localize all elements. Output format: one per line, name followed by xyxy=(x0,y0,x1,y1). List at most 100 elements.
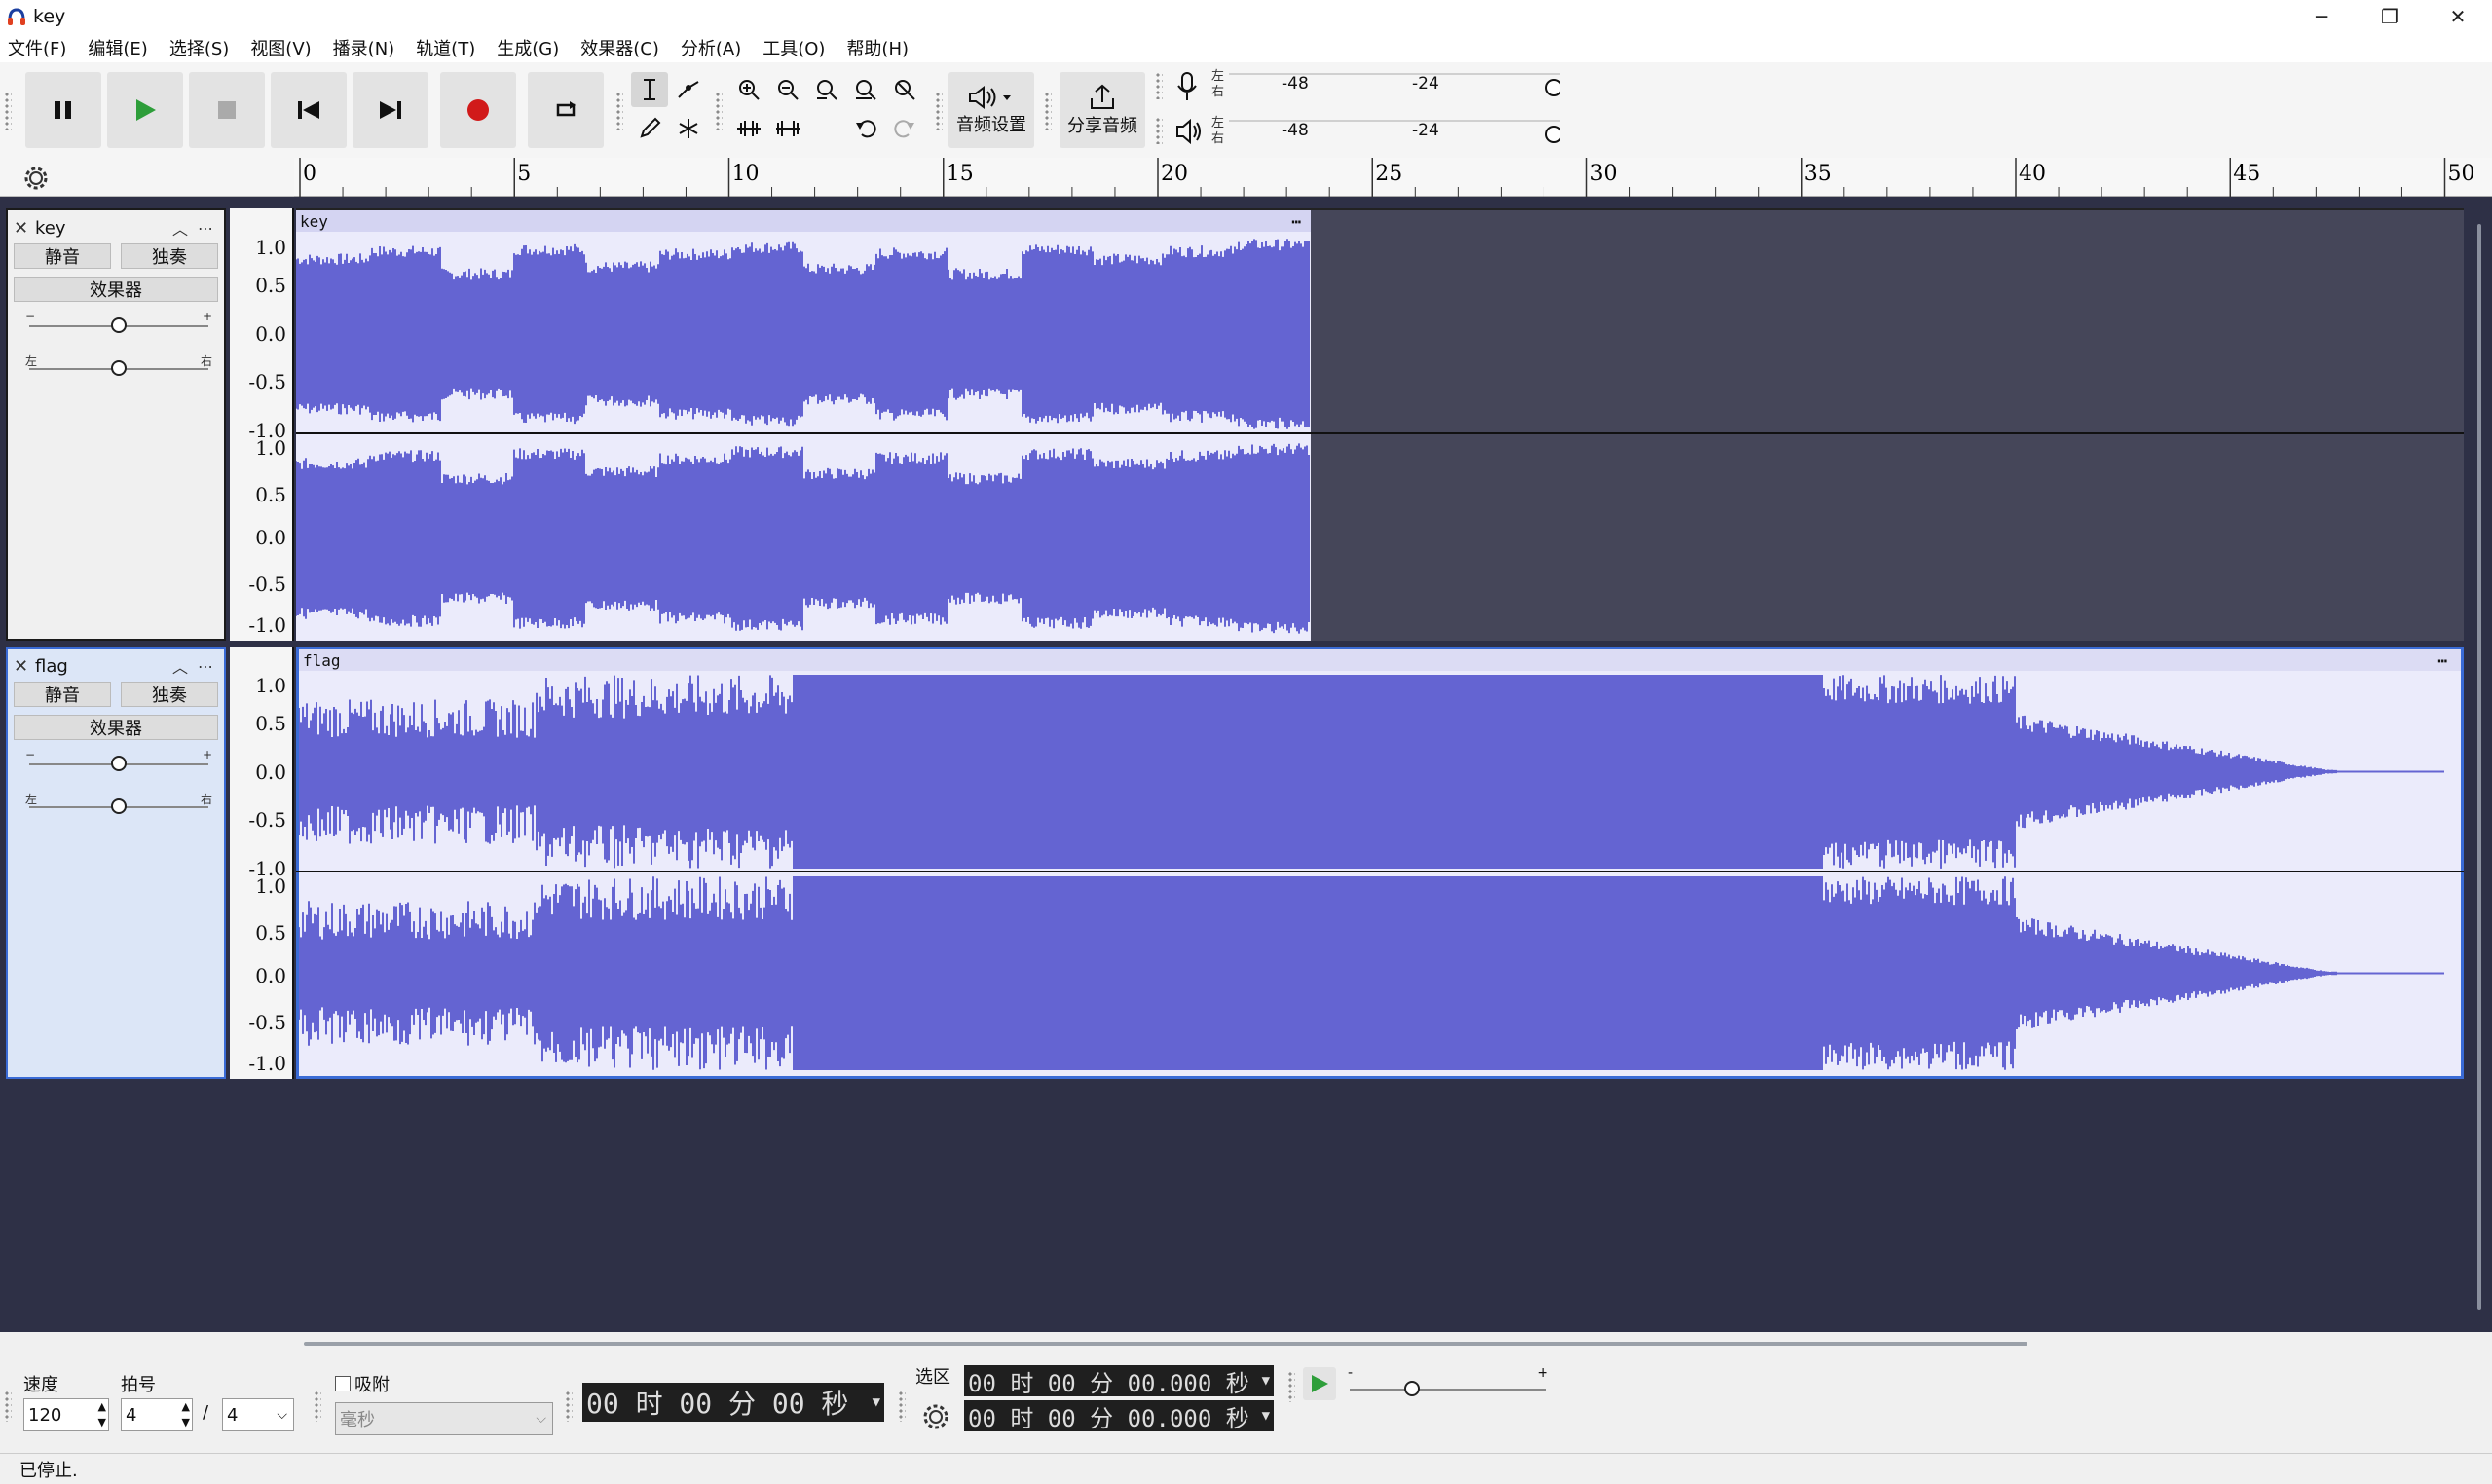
solo-button[interactable]: 独奏 xyxy=(121,243,218,269)
horizontal-scrollbar[interactable] xyxy=(304,1342,2027,1346)
zoom-in-button[interactable] xyxy=(730,72,767,107)
audio-setup-button[interactable]: 音频设置 xyxy=(948,72,1034,148)
share-audio-button[interactable]: 分享音频 xyxy=(1060,72,1145,148)
fit-project-button[interactable] xyxy=(847,72,884,107)
loop-button[interactable] xyxy=(528,72,604,148)
time-signature-grip[interactable] xyxy=(4,1391,12,1422)
snap-checkbox[interactable] xyxy=(335,1376,351,1391)
zoom-toggle-button[interactable] xyxy=(886,72,923,107)
envelope-tool-button[interactable] xyxy=(670,72,707,107)
speaker-icon[interactable] xyxy=(1174,117,1204,146)
mute-button[interactable]: 静音 xyxy=(14,243,111,269)
close-track-icon[interactable]: ✕ xyxy=(14,656,35,677)
effects-button[interactable]: 效果器 xyxy=(14,715,218,740)
tempo-input[interactable]: 120 ▲ ▼ xyxy=(23,1398,109,1431)
playback-speed-slider[interactable]: - + xyxy=(1346,1365,1550,1404)
timeline-settings-gear-icon[interactable] xyxy=(23,166,49,191)
time-format-dropdown-icon[interactable]: ▼ xyxy=(873,1394,880,1410)
silence-audio-button[interactable] xyxy=(769,111,806,146)
pan-slider[interactable]: 左 右 xyxy=(21,791,216,820)
selection-settings-gear-icon[interactable] xyxy=(921,1402,950,1431)
skip-to-start-button[interactable] xyxy=(271,72,347,148)
toolbar-grip[interactable] xyxy=(4,92,12,130)
vertical-scrollbar[interactable] xyxy=(2477,224,2481,1310)
menu-generate[interactable]: 生成(G) xyxy=(497,35,559,60)
selection-start-dropdown-icon[interactable]: ▼ xyxy=(1262,1373,1270,1389)
menu-transport[interactable]: 播录(N) xyxy=(333,35,395,60)
redo-button[interactable] xyxy=(886,111,923,146)
selection-end-dropdown-icon[interactable]: ▼ xyxy=(1262,1408,1270,1424)
track-name[interactable]: flag xyxy=(35,656,167,677)
playback-meter-grip[interactable] xyxy=(1155,117,1163,144)
track-name[interactable]: key xyxy=(35,218,167,239)
meter-bottom-select[interactable]: 4 ⌵ xyxy=(222,1398,294,1431)
menu-select[interactable]: 选择(S) xyxy=(169,35,229,60)
mute-button[interactable]: 静音 xyxy=(14,682,111,707)
track-menu-icon[interactable]: ⋯ xyxy=(193,219,218,238)
snap-grip[interactable] xyxy=(314,1391,321,1422)
zoom-out-button[interactable] xyxy=(769,72,806,107)
amplitude-scale-key[interactable]: 1.0 0.5 0.0 -0.5 -1.0 1.0 0.5 0.0 -0.5 -… xyxy=(230,208,294,641)
menu-analyze[interactable]: 分析(A) xyxy=(681,35,741,60)
selection-tool-button[interactable] xyxy=(631,72,668,107)
selection-grip[interactable] xyxy=(898,1391,906,1422)
menu-tools[interactable]: 工具(O) xyxy=(762,35,825,60)
clip-menu-icon[interactable]: ⋯ xyxy=(2437,651,2447,670)
play-button[interactable] xyxy=(107,72,183,148)
menu-effect[interactable]: 效果器(C) xyxy=(580,35,659,60)
track-control-flag[interactable]: ✕ flag ︿ ⋯ 静音 独奏 效果器 − + 左 右 xyxy=(6,647,226,1079)
clip-header[interactable]: key ⋯ xyxy=(296,210,1311,232)
menu-edit[interactable]: 编辑(E) xyxy=(88,35,147,60)
track-area[interactable]: ✕ key ︿ ⋯ 静音 独奏 效果器 − + 左 右 1.0 0.5 0.0 … xyxy=(0,197,2492,1332)
tools-grip[interactable] xyxy=(615,92,623,130)
audio-setup-grip[interactable] xyxy=(935,92,943,130)
clip-menu-icon[interactable]: ⋯ xyxy=(1291,212,1301,231)
meter-top-input[interactable]: 4 ▲ ▼ xyxy=(121,1398,193,1431)
record-meter[interactable] xyxy=(1229,70,1560,103)
selection-end-display[interactable]: 00 时 00 分 00.000 秒 ▼ xyxy=(964,1400,1274,1432)
playback-meter[interactable] xyxy=(1229,117,1560,150)
pan-slider-knob[interactable] xyxy=(111,360,127,376)
close-button[interactable]: ✕ xyxy=(2424,0,2492,33)
clip-header[interactable]: flag ⋯ xyxy=(299,649,2461,671)
track-control-key[interactable]: ✕ key ︿ ⋯ 静音 独奏 效果器 − + 左 右 xyxy=(6,208,226,641)
record-meter-grip[interactable] xyxy=(1155,72,1163,99)
pause-button[interactable] xyxy=(25,72,101,148)
speed-slider-knob[interactable] xyxy=(1404,1381,1420,1396)
fit-selection-button[interactable] xyxy=(808,72,845,107)
gain-slider-knob[interactable] xyxy=(111,756,127,771)
edit-grip[interactable] xyxy=(715,92,723,130)
menu-file[interactable]: 文件(F) xyxy=(8,35,66,60)
draw-tool-button[interactable] xyxy=(631,111,668,146)
play-at-speed-button[interactable] xyxy=(1303,1367,1336,1400)
track-menu-icon[interactable]: ⋯ xyxy=(193,657,218,676)
collapse-track-icon[interactable]: ︿ xyxy=(167,654,193,678)
snap-toggle[interactable]: 吸附 xyxy=(335,1371,390,1396)
meter-stepper-icon[interactable]: ▲ ▼ xyxy=(182,1399,190,1430)
trim-audio-button[interactable] xyxy=(730,111,767,146)
gain-slider[interactable]: − + xyxy=(21,310,216,339)
share-grip[interactable] xyxy=(1044,92,1052,130)
collapse-track-icon[interactable]: ︿ xyxy=(167,216,193,240)
multi-tool-button[interactable] xyxy=(670,111,707,146)
minimize-button[interactable]: ─ xyxy=(2287,0,2356,33)
pan-slider-knob[interactable] xyxy=(111,798,127,814)
stop-button[interactable] xyxy=(189,72,265,148)
play-at-speed-grip[interactable] xyxy=(1287,1371,1295,1402)
menu-view[interactable]: 视图(V) xyxy=(250,35,311,60)
effects-button[interactable]: 效果器 xyxy=(14,277,218,302)
menu-tracks[interactable]: 轨道(T) xyxy=(416,35,475,60)
audio-position-display[interactable]: 00 时 00 分 00 秒 ▼ xyxy=(582,1383,884,1422)
close-track-icon[interactable]: ✕ xyxy=(14,218,35,239)
menu-help[interactable]: 帮助(H) xyxy=(846,35,909,60)
gain-slider-knob[interactable] xyxy=(111,317,127,333)
restore-button[interactable]: ❐ xyxy=(2356,0,2424,33)
time-grip[interactable] xyxy=(565,1391,573,1422)
record-button[interactable] xyxy=(440,72,516,148)
amplitude-scale-flag[interactable]: 1.0 0.5 0.0 -0.5 -1.0 1.0 0.5 0.0 -0.5 -… xyxy=(230,647,294,1079)
gain-slider[interactable]: − + xyxy=(21,748,216,777)
snap-unit-select[interactable]: 毫秒 ⌵ xyxy=(335,1402,553,1435)
microphone-icon[interactable] xyxy=(1174,70,1202,103)
pan-slider[interactable]: 左 右 xyxy=(21,352,216,382)
tempo-stepper-icon[interactable]: ▲ ▼ xyxy=(98,1399,106,1430)
